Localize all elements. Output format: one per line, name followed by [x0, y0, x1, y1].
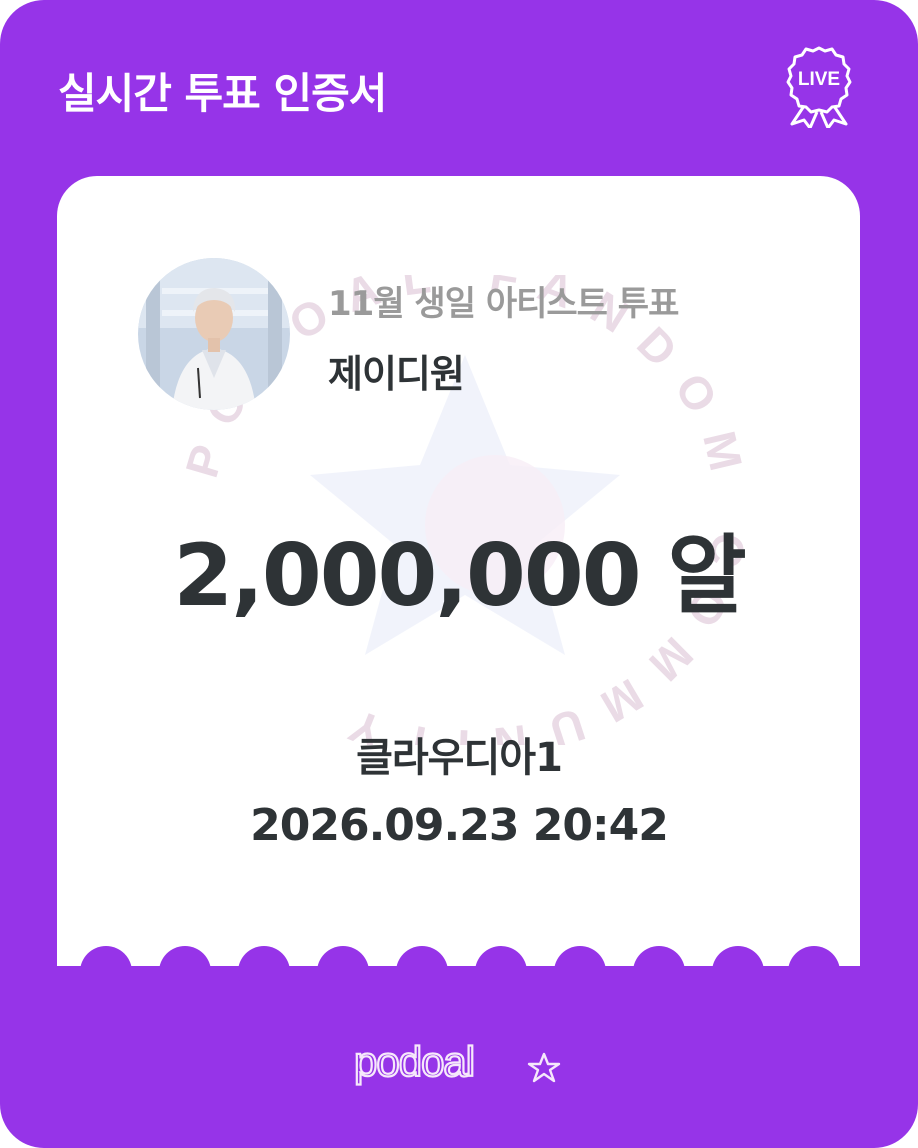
- certificate-frame: 실시간 투표 인증서 LIVE PODOAL FANDOM COMMUNITY: [0, 0, 918, 1148]
- brand-text: podoal: [354, 1038, 474, 1085]
- vote-datetime: 2026.09.23 20:42: [250, 800, 669, 851]
- vote-title: 11월 생일 아티스트 투표: [328, 284, 679, 324]
- vote-amount: 2,000,000 알: [173, 526, 746, 626]
- artist-name: 제이디원: [328, 352, 465, 396]
- star-icon: [527, 1052, 561, 1083]
- voter-name: 클라우디아1: [356, 735, 563, 781]
- live-badge-label: LIVE: [798, 69, 840, 90]
- ticket-scallop-edge: [80, 946, 840, 986]
- page-title: 실시간 투표 인증서: [58, 69, 387, 118]
- podoal-logo: podoal: [354, 1038, 561, 1086]
- live-badge-icon: LIVE: [786, 46, 852, 128]
- artist-avatar: [138, 258, 290, 410]
